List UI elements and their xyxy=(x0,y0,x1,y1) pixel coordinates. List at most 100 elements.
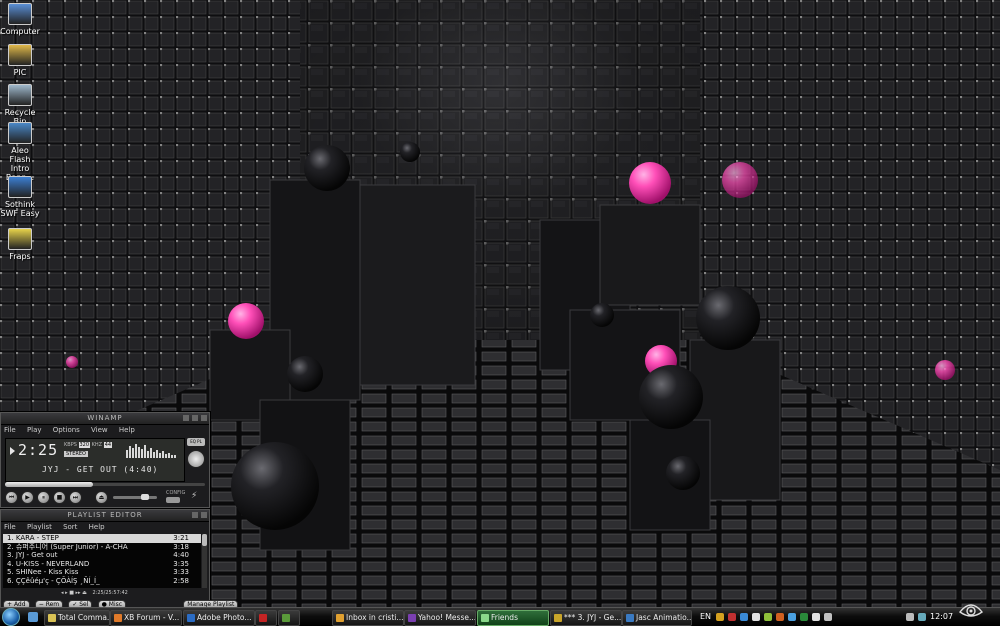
eject-button[interactable]: ⏏ xyxy=(95,491,108,504)
mini-transport-icons[interactable]: ◂ ▸ ■ ▸▸ ⏏ xyxy=(61,590,87,596)
taskbar-app-dw[interactable] xyxy=(278,610,300,626)
playlist-item-duration: 3:33 xyxy=(173,568,189,576)
volume-icon[interactable] xyxy=(906,613,914,621)
playlist-buttons: + Add − Rem ✓ Sel ● Misc Manage Playlist xyxy=(3,598,239,610)
taskbar-total-commander[interactable]: Total Comma... xyxy=(44,610,110,626)
playlist-list[interactable]: 1. KARA - STEP 3:21 2. 슈퍼주니어 (Super Junior… xyxy=(3,534,201,588)
winamp-menu-view[interactable]: View xyxy=(91,426,108,434)
spectrum-visualizer xyxy=(126,444,176,458)
playlist-item[interactable]: 5. SHINee - Kiss Kiss 3:33 xyxy=(3,568,201,577)
language-indicator[interactable]: EN xyxy=(700,610,711,624)
desktop-icon-pic[interactable]: PIC xyxy=(0,44,40,77)
close-icon[interactable] xyxy=(201,512,207,518)
tray-icon[interactable] xyxy=(776,613,784,621)
play-button[interactable]: ▶ xyxy=(21,491,34,504)
playlist-menu-help[interactable]: Help xyxy=(89,523,105,531)
taskbar-item-label: Inbox in cristi... xyxy=(346,613,404,622)
playlist-item-title: 1. KARA - STEP xyxy=(7,534,59,542)
computer-icon xyxy=(8,3,32,25)
playlist-menu-bar: File Playlist Sort Help xyxy=(1,522,209,532)
winamp-menu-play[interactable]: Play xyxy=(27,426,42,434)
playlist-item[interactable]: 2. 슈퍼주니어 (Super Junior) - A-CHA 3:18 xyxy=(3,543,201,552)
playlist-scrollbar[interactable] xyxy=(202,534,207,588)
winamp-main-window[interactable]: WINAMP File Play Options View Help 2:25 … xyxy=(0,412,210,508)
taskbar-jasc-animation[interactable]: Jasc Animatio... xyxy=(622,610,692,626)
config-label[interactable]: CONFIG xyxy=(166,490,185,496)
winamp-menu-options[interactable]: Options xyxy=(53,426,80,434)
volume-slider[interactable] xyxy=(113,494,157,500)
shade-icon[interactable] xyxy=(192,415,198,421)
tray-icon[interactable] xyxy=(812,613,820,621)
previous-button[interactable]: ⏮ xyxy=(5,491,18,504)
tray-icon[interactable] xyxy=(752,613,760,621)
winamp-menu-file[interactable]: File xyxy=(4,426,16,434)
pause-button[interactable]: ⏸ xyxy=(37,491,50,504)
app-dw-icon xyxy=(282,614,290,622)
taskbar-yahoo-messenger[interactable]: Yahoo! Messe... xyxy=(404,610,476,626)
playlist-item-duration: 3:18 xyxy=(173,542,189,551)
taskbar-item-label: Adobe Photo... xyxy=(197,613,252,622)
minimize-icon[interactable] xyxy=(183,415,189,421)
eye-logo-icon xyxy=(958,598,984,620)
playlist-title: PLAYLIST EDITOR xyxy=(67,511,143,519)
playlist-menu-file[interactable]: File xyxy=(4,523,16,531)
start-button[interactable] xyxy=(2,608,20,626)
tray-icon[interactable] xyxy=(740,613,748,621)
stop-button[interactable]: ■ xyxy=(53,491,66,504)
network-icon[interactable] xyxy=(918,613,926,621)
seek-bar[interactable] xyxy=(5,482,205,487)
winamp-menu-help[interactable]: Help xyxy=(119,426,135,434)
playlist-menu-sort[interactable]: Sort xyxy=(63,523,77,531)
clock[interactable]: 12:07 xyxy=(930,610,953,624)
volume-handle[interactable] xyxy=(141,494,149,500)
taskbar-winamp[interactable]: *** 3. JYJ - Ge... xyxy=(550,610,622,626)
winamp-title-bar[interactable]: WINAMP xyxy=(1,413,209,425)
sothink-icon xyxy=(8,176,32,198)
stereo-indicator: STEREO xyxy=(64,451,88,457)
playlist-item[interactable]: 6. ÇÇêûéµ'ç - ÇÕÀÍŞ ¸ÑÍ_Í_ 2:58 xyxy=(3,577,201,586)
taskbar-inbox[interactable]: Inbox in cristi... xyxy=(332,610,404,626)
playlist-scroll-thumb[interactable] xyxy=(202,534,207,546)
recycle-bin-icon xyxy=(8,84,32,106)
playlist-item-title: 3. JYJ - Get out xyxy=(7,551,58,559)
lightning-icon[interactable]: ⚡ xyxy=(191,491,197,501)
desktop-icon-label: PIC xyxy=(13,68,27,77)
playlist-time-status: 2:25/25:57:42 xyxy=(92,590,128,596)
quick-launch-icon[interactable] xyxy=(28,612,38,622)
next-button[interactable]: ⏭ xyxy=(69,491,82,504)
taskbar-friends[interactable]: Friends xyxy=(477,610,549,626)
adobe-photoshop-icon xyxy=(187,614,195,622)
playlist-item[interactable]: 4. U-KISS - NEVERLAND 3:35 xyxy=(3,560,201,569)
seek-handle[interactable] xyxy=(5,482,93,487)
shade-icon[interactable] xyxy=(192,512,198,518)
close-icon[interactable] xyxy=(201,415,207,421)
play-indicator-icon xyxy=(10,447,15,455)
shuffle-button[interactable] xyxy=(166,497,180,503)
taskbar-adobe-photoshop[interactable]: Adobe Photo... xyxy=(183,610,255,626)
playlist-mini-controls: ◂ ▸ ■ ▸▸ ⏏ 2:25/25:57:42 xyxy=(61,590,151,598)
tray-icon[interactable] xyxy=(728,613,736,621)
playlist-title-bar[interactable]: PLAYLIST EDITOR xyxy=(1,510,209,522)
playlist-item[interactable]: 3. JYJ - Get out 4:40 xyxy=(3,551,201,560)
desktop-icon-fraps[interactable]: Fraps xyxy=(0,228,40,261)
taskbar-app-red[interactable] xyxy=(255,610,277,626)
desktop-icon-recycle-bin[interactable]: Recycle Bin xyxy=(0,84,40,126)
playlist-menu-playlist[interactable]: Playlist xyxy=(27,523,52,531)
taskbar-item-label: XB Forum - V... xyxy=(124,613,180,622)
taskbar-firefox-xb-forum[interactable]: XB Forum - V... xyxy=(110,610,182,626)
eq-pl-toggle[interactable]: EQ PL xyxy=(187,438,205,446)
tray-icon[interactable] xyxy=(764,613,772,621)
tray-icon[interactable] xyxy=(824,613,832,621)
tray-icon[interactable] xyxy=(716,613,724,621)
desktop-icon-aleo[interactable]: Aleo Flash Intro Bann... xyxy=(0,122,40,182)
tray-icon[interactable] xyxy=(788,613,796,621)
playlist-editor-window[interactable]: PLAYLIST EDITOR File Playlist Sort Help … xyxy=(0,509,239,610)
playlist-item-title: 6. ÇÇêûéµ'ç - ÇÕÀÍŞ ¸ÑÍ_Í_ xyxy=(7,576,100,585)
friends-icon xyxy=(481,614,489,622)
playlist-item-duration: 4:40 xyxy=(173,551,189,559)
tray-icon[interactable] xyxy=(800,613,808,621)
desktop-icon-sothink[interactable]: Sothink SWF Easy xyxy=(0,176,40,218)
desktop-icon-computer[interactable]: Computer xyxy=(0,3,40,36)
playlist-item[interactable]: 1. KARA - STEP 3:21 xyxy=(3,534,201,543)
winamp-logo-icon xyxy=(187,450,205,468)
